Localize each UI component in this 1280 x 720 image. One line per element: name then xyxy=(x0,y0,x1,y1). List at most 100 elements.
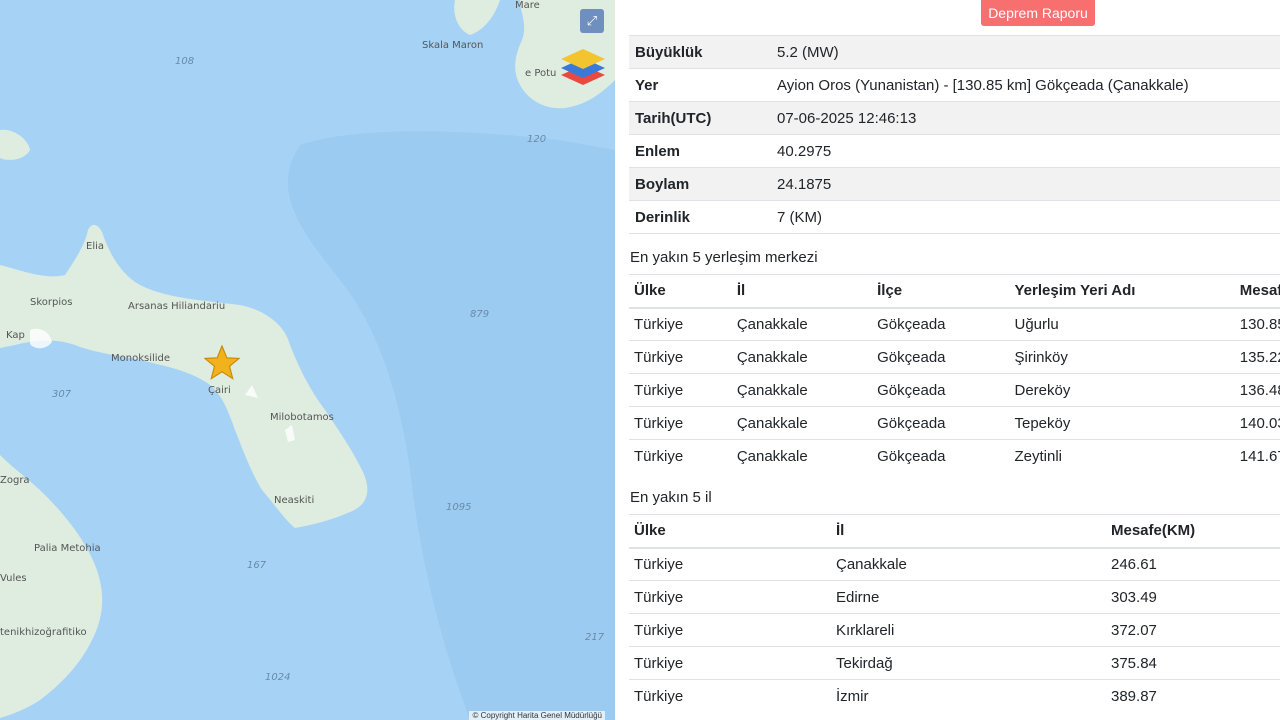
info-value: Ayion Oros (Yunanistan) - [130.85 km] Gö… xyxy=(771,68,1280,102)
table-cell: Gökçeada xyxy=(872,439,1010,473)
place-label-elia: Elia xyxy=(86,241,105,252)
layers-icon[interactable] xyxy=(559,45,607,89)
place-label-zogra: Zogra xyxy=(0,475,30,486)
table-cell: Çanakkale xyxy=(731,340,873,374)
table-row: Türkiye Çanakkale Gökçeada Uğurlu 130.85 xyxy=(629,307,1280,341)
table-cell: Çanakkale xyxy=(731,406,873,440)
table-cell: Gökçeada xyxy=(872,406,1010,440)
table-row: Türkiye Çanakkale Gökçeada Şirinköy 135.… xyxy=(629,340,1280,374)
table-cell: 372.07 xyxy=(1106,613,1280,647)
table-cell: 246.61 xyxy=(1106,547,1280,581)
table-cell: 135.22 xyxy=(1234,340,1280,374)
table-cell: Tekirdağ xyxy=(831,646,1106,680)
table-cell: Türkiye xyxy=(629,580,831,614)
table-row: Türkiye Çanakkale Gökçeada Zeytinli 141.… xyxy=(629,439,1280,473)
nearest-cities-table: Ülke İl Mesafe(KM) Türkiye Çanakkale 246… xyxy=(629,514,1280,713)
info-row-longitude: Boylam 24.1875 xyxy=(629,167,1280,201)
place-label-milobotamos: Milobotamos xyxy=(270,412,334,423)
table-cell: Türkiye xyxy=(629,439,732,473)
table-cell: 375.84 xyxy=(1106,646,1280,680)
earthquake-details-panel: Deprem Raporu Büyüklük 5.2 (MW) Yer Ayio… xyxy=(615,0,1280,720)
place-label-neaskiti: Neaskiti xyxy=(274,495,315,506)
table-row: Türkiye İzmir 389.87 xyxy=(629,679,1280,713)
nearest-cities-title: En yakın 5 il xyxy=(630,489,712,506)
table-cell: Gökçeada xyxy=(872,340,1010,374)
table-cell: Edirne xyxy=(831,580,1106,614)
table-cell: Çanakkale xyxy=(831,547,1106,581)
table-cell: Şirinköy xyxy=(1009,340,1235,374)
table-cell: 141.67 xyxy=(1234,439,1280,473)
info-row-date: Tarih(UTC) 07-06-2025 12:46:13 xyxy=(629,101,1280,135)
table-header-row: Ülke İl İlçe Yerleşim Yeri Adı Mesafe(KM… xyxy=(629,274,1280,309)
column-header: Ülke xyxy=(629,514,831,549)
info-value: 40.2975 xyxy=(771,134,1280,168)
table-cell: Çanakkale xyxy=(731,307,873,341)
table-row: Türkiye Tekirdağ 375.84 xyxy=(629,646,1280,680)
depth-label-1024: 1024 xyxy=(265,672,291,683)
table-cell: Dereköy xyxy=(1009,373,1235,407)
info-key: Tarih(UTC) xyxy=(629,101,771,135)
table-cell: 130.85 xyxy=(1234,307,1280,341)
info-key: Boylam xyxy=(629,167,771,201)
column-header: Mesafe(KM) xyxy=(1106,514,1280,549)
table-header-row: Ülke İl Mesafe(KM) xyxy=(629,514,1280,549)
fullscreen-button[interactable]: ⤢ xyxy=(580,9,604,33)
table-cell: Türkiye xyxy=(629,613,831,647)
info-value: 7 (KM) xyxy=(771,200,1280,234)
table-row: Türkiye Kırklareli 372.07 xyxy=(629,613,1280,647)
epicenter-star-icon[interactable] xyxy=(204,345,240,381)
info-row-magnitude: Büyüklük 5.2 (MW) xyxy=(629,35,1280,69)
info-key: Yer xyxy=(629,68,771,102)
place-label-vules: Vules xyxy=(0,573,27,584)
table-cell: 140.03 xyxy=(1234,406,1280,440)
info-value: 5.2 (MW) xyxy=(771,35,1280,69)
place-label-epe-potu: e Potu xyxy=(525,68,557,79)
column-header: Yerleşim Yeri Adı xyxy=(1009,274,1235,309)
table-row: Türkiye Edirne 303.49 xyxy=(629,580,1280,614)
info-key: Büyüklük xyxy=(629,35,771,69)
table-cell: Türkiye xyxy=(629,679,831,713)
place-label-cairi: Çairi xyxy=(208,385,231,396)
table-cell: 389.87 xyxy=(1106,679,1280,713)
table-row: Türkiye Çanakkale Gökçeada Tepeköy 140.0… xyxy=(629,406,1280,440)
table-cell: Türkiye xyxy=(629,307,732,341)
place-label-monoksilide: Monoksilide xyxy=(111,353,171,364)
column-header: Mesafe(KM) xyxy=(1234,274,1280,309)
table-row: Türkiye Çanakkale Gökçeada Dereköy 136.4… xyxy=(629,373,1280,407)
map-copyright: © Copyright Harita Genel Müdürlüğü xyxy=(469,711,605,720)
table-cell: 136.48 xyxy=(1234,373,1280,407)
table-cell: Tepeköy xyxy=(1009,406,1235,440)
place-label-mare: Mare xyxy=(515,0,540,11)
table-cell: Gökçeada xyxy=(872,307,1010,341)
column-header: İl xyxy=(831,514,1106,549)
table-cell: Çanakkale xyxy=(731,373,873,407)
place-label-skala-maron: Skala Maron xyxy=(422,40,484,51)
info-value: 07-06-2025 12:46:13 xyxy=(771,101,1280,135)
place-label-skorpios: Skorpios xyxy=(30,297,73,308)
earthquake-info-table: Büyüklük 5.2 (MW) Yer Ayion Oros (Yunani… xyxy=(629,35,1280,234)
column-header: İl xyxy=(731,274,873,309)
depth-label-167: 167 xyxy=(247,560,267,571)
place-label-arsanas: Arsanas Hiliandariu xyxy=(128,301,226,312)
depth-label-108: 108 xyxy=(175,56,195,67)
depth-label-217: 217 xyxy=(585,632,605,643)
table-cell: Kırklareli xyxy=(831,613,1106,647)
place-label-palia-metohia: Palia Metohia xyxy=(34,543,101,554)
earthquake-report-button[interactable]: Deprem Raporu xyxy=(981,0,1095,26)
table-cell: Gökçeada xyxy=(872,373,1010,407)
table-cell: Türkiye xyxy=(629,340,732,374)
info-key: Enlem xyxy=(629,134,771,168)
depth-label-879: 879 xyxy=(470,309,490,320)
table-cell: 303.49 xyxy=(1106,580,1280,614)
info-key: Derinlik xyxy=(629,200,771,234)
table-row: Türkiye Çanakkale 246.61 xyxy=(629,547,1280,581)
nearest-settlements-table: Ülke İl İlçe Yerleşim Yeri Adı Mesafe(KM… xyxy=(629,274,1280,473)
info-row-depth: Derinlik 7 (KM) xyxy=(629,200,1280,234)
place-label-kap: Kap xyxy=(6,330,25,341)
earthquake-map[interactable]: Skala Maron Mare e Potu Elia Skorpios Ar… xyxy=(0,0,615,720)
info-value: 24.1875 xyxy=(771,167,1280,201)
column-header: Ülke xyxy=(629,274,732,309)
info-row-location: Yer Ayion Oros (Yunanistan) - [130.85 km… xyxy=(629,68,1280,102)
place-label-nikia: tenik xyxy=(0,627,25,638)
table-cell: Zeytinli xyxy=(1009,439,1235,473)
